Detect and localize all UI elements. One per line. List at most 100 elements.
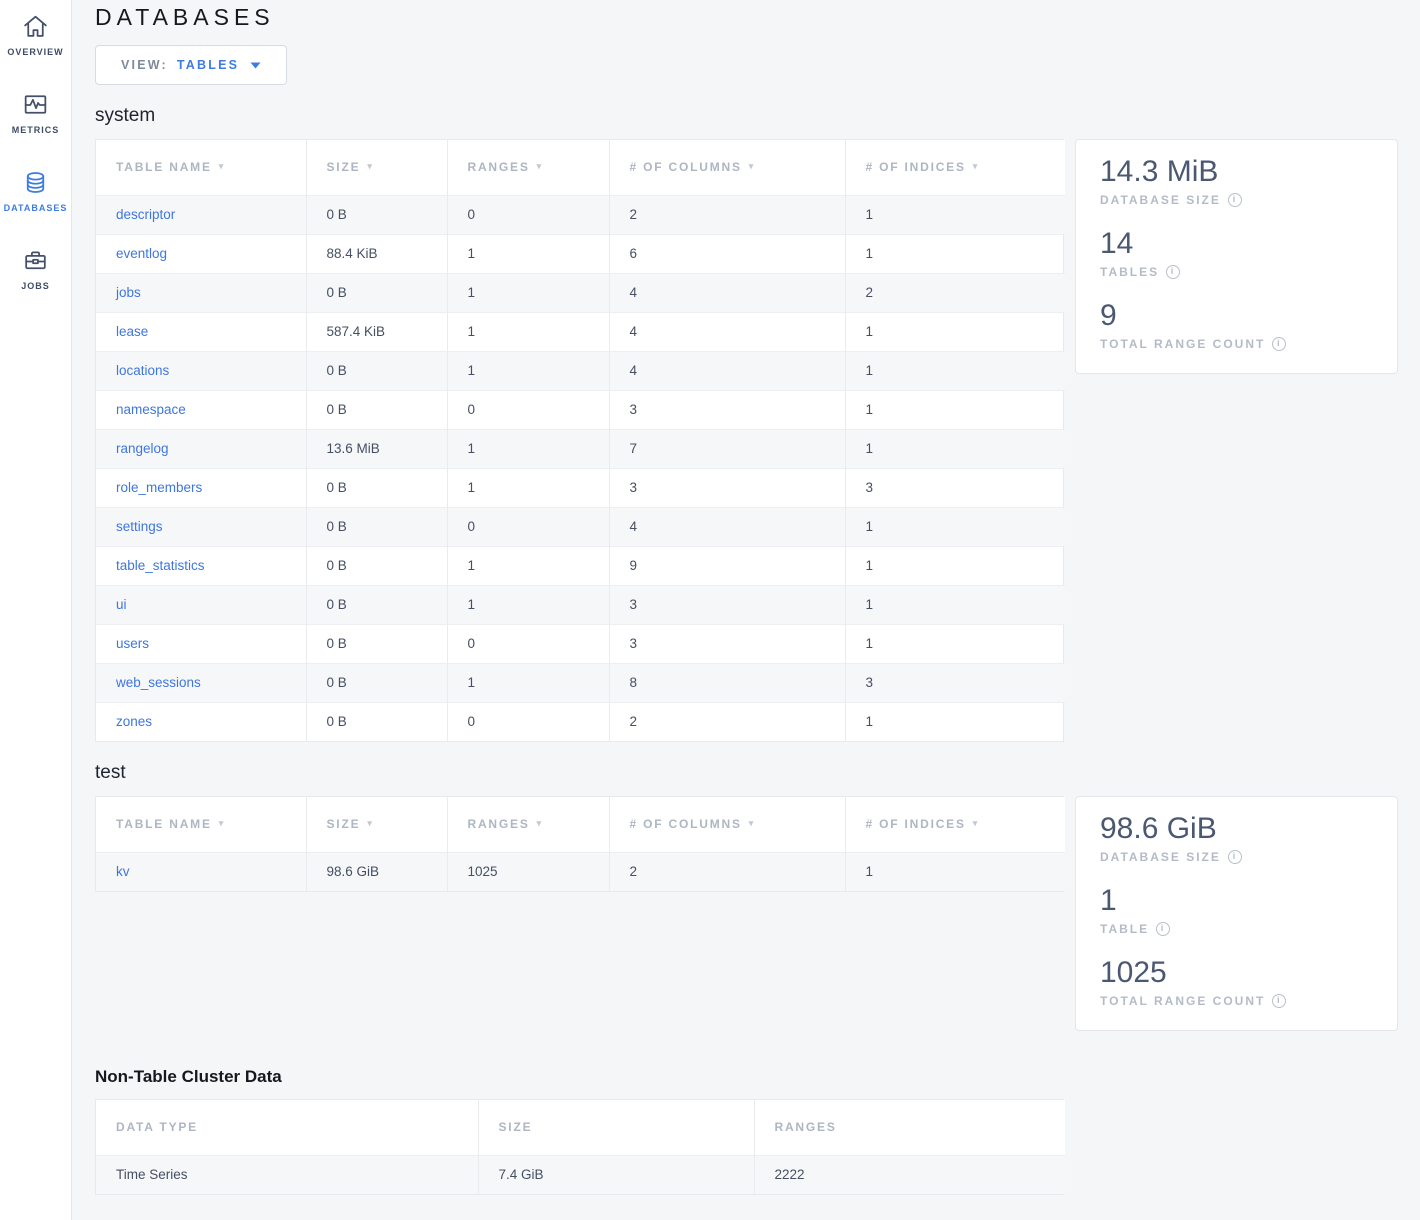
table-cell: web_sessions xyxy=(96,663,306,702)
column-header-ranges[interactable]: RANGES▾ xyxy=(447,797,609,852)
table-cell: 1 xyxy=(845,585,1065,624)
table-cell: Time Series xyxy=(96,1155,478,1194)
table-cell: 1 xyxy=(845,507,1065,546)
sidebar-item-label: OVERVIEW xyxy=(7,47,63,57)
table-row: role_members0 B133 xyxy=(96,468,1065,507)
sidebar-item-metrics[interactable]: METRICS xyxy=(0,90,71,135)
table-cell: 1 xyxy=(447,351,609,390)
table-link-kv[interactable]: kv xyxy=(116,864,130,879)
sidebar-item-jobs[interactable]: JOBS xyxy=(0,246,71,291)
table-cell: 0 xyxy=(447,195,609,234)
home-icon xyxy=(21,12,50,41)
table-cell: 0 B xyxy=(306,351,447,390)
table-link-users[interactable]: users xyxy=(116,636,149,651)
table-link-zones[interactable]: zones xyxy=(116,714,152,729)
database-summary-card: 14.3 MiB DATABASE SIZE i 14 TABLES i 9 xyxy=(1075,139,1398,374)
table-link-locations[interactable]: locations xyxy=(116,363,169,378)
table-cell: 1 xyxy=(845,312,1065,351)
info-icon[interactable]: i xyxy=(1156,922,1170,936)
table-cell: 0 B xyxy=(306,702,447,741)
column-header-num-of-columns[interactable]: # OF COLUMNS▾ xyxy=(609,140,845,195)
table-row: eventlog88.4 KiB161 xyxy=(96,234,1065,273)
table-link-descriptor[interactable]: descriptor xyxy=(116,207,175,222)
column-header-table-name[interactable]: TABLE NAME▾ xyxy=(96,797,306,852)
table-header-row: TABLE NAME▾SIZE▾RANGES▾# OF COLUMNS▾# OF… xyxy=(96,797,1065,852)
sidebar-item-label: JOBS xyxy=(21,281,50,291)
column-header-num-of-columns[interactable]: # OF COLUMNS▾ xyxy=(609,797,845,852)
table-link-jobs[interactable]: jobs xyxy=(116,285,141,300)
sort-caret-icon: ▾ xyxy=(537,818,543,828)
table-cell: role_members xyxy=(96,468,306,507)
info-icon[interactable]: i xyxy=(1166,265,1180,279)
database-name-heading: test xyxy=(95,762,1398,784)
table-cell: 4 xyxy=(609,351,845,390)
table-cell: 1 xyxy=(447,273,609,312)
table-cell: 0 B xyxy=(306,195,447,234)
stat-label: DATABASE SIZE i xyxy=(1100,193,1373,207)
stat-value: 98.6 GiB xyxy=(1100,812,1373,846)
view-selector-dropdown[interactable]: VIEW: TABLES xyxy=(95,45,287,85)
table-cell: 0 xyxy=(447,507,609,546)
table-cell: 2 xyxy=(609,195,845,234)
table-cell: 0 xyxy=(447,624,609,663)
database-section-system: system TABLE NAME▾SIZE▾RANGES▾# OF COLUM… xyxy=(95,105,1398,742)
table-cell: 0 B xyxy=(306,468,447,507)
table-link-ui[interactable]: ui xyxy=(116,597,127,612)
table-cell: 0 xyxy=(447,702,609,741)
column-header-data-type: DATA TYPE xyxy=(96,1100,478,1155)
sort-caret-icon: ▾ xyxy=(367,818,373,828)
column-header-size[interactable]: SIZE▾ xyxy=(306,797,447,852)
table-cell: 0 xyxy=(447,390,609,429)
table-cell: 3 xyxy=(609,585,845,624)
table-cell: users xyxy=(96,624,306,663)
table-cell: 587.4 KiB xyxy=(306,312,447,351)
info-icon[interactable]: i xyxy=(1228,193,1242,207)
table-cell: 1 xyxy=(845,390,1065,429)
table-link-role_members[interactable]: role_members xyxy=(116,480,202,495)
column-header-num-of-indices[interactable]: # OF INDICES▾ xyxy=(845,140,1065,195)
sidebar-item-overview[interactable]: OVERVIEW xyxy=(0,12,71,57)
table-cell: 1 xyxy=(845,234,1065,273)
table-row: web_sessions0 B183 xyxy=(96,663,1065,702)
table-cell: 98.6 GiB xyxy=(306,852,447,891)
table-link-table_statistics[interactable]: table_statistics xyxy=(116,558,205,573)
table-cell: 1 xyxy=(447,663,609,702)
table-link-rangelog[interactable]: rangelog xyxy=(116,441,169,456)
table-cell: 1 xyxy=(845,429,1065,468)
table-row: kv98.6 GiB102521 xyxy=(96,852,1065,891)
sidebar-item-label: METRICS xyxy=(12,125,60,135)
column-header-table-name[interactable]: TABLE NAME▾ xyxy=(96,140,306,195)
stat-label-text: TABLE xyxy=(1100,922,1149,936)
table-row: jobs0 B142 xyxy=(96,273,1065,312)
table-link-web_sessions[interactable]: web_sessions xyxy=(116,675,201,690)
stat-value: 1025 xyxy=(1100,956,1373,990)
stat-value: 9 xyxy=(1100,299,1373,333)
database-name-heading: system xyxy=(95,105,1398,127)
chevron-down-icon xyxy=(250,62,261,69)
table-link-lease[interactable]: lease xyxy=(116,324,148,339)
stat-label-text: DATABASE SIZE xyxy=(1100,850,1221,864)
info-icon[interactable]: i xyxy=(1228,850,1242,864)
table-link-eventlog[interactable]: eventlog xyxy=(116,246,167,261)
column-header-num-of-indices[interactable]: # OF INDICES▾ xyxy=(845,797,1065,852)
stat-label-text: TOTAL RANGE COUNT xyxy=(1100,337,1265,351)
info-icon[interactable]: i xyxy=(1272,994,1286,1008)
stat-value: 14 xyxy=(1100,227,1373,261)
table-cell: descriptor xyxy=(96,195,306,234)
summary-stat: 1025 TOTAL RANGE COUNT i xyxy=(1100,956,1373,1008)
table-row: descriptor0 B021 xyxy=(96,195,1065,234)
table-link-settings[interactable]: settings xyxy=(116,519,163,534)
sort-caret-icon: ▾ xyxy=(749,161,755,171)
sidebar-item-databases[interactable]: DATABASES xyxy=(0,168,71,213)
info-icon[interactable]: i xyxy=(1272,337,1286,351)
column-header-ranges[interactable]: RANGES▾ xyxy=(447,140,609,195)
non-table-cluster-data-section: Non-Table Cluster Data DATA TYPESIZERANG… xyxy=(95,1067,1398,1195)
summary-stat: 98.6 GiB DATABASE SIZE i xyxy=(1100,812,1373,864)
column-header-size[interactable]: SIZE▾ xyxy=(306,140,447,195)
table-cell: kv xyxy=(96,852,306,891)
table-row: namespace0 B031 xyxy=(96,390,1065,429)
table-cell: 4 xyxy=(609,273,845,312)
sidebar: OVERVIEW METRICS DATABASES JOBS xyxy=(0,0,72,1220)
table-link-namespace[interactable]: namespace xyxy=(116,402,186,417)
database-icon xyxy=(21,168,50,197)
